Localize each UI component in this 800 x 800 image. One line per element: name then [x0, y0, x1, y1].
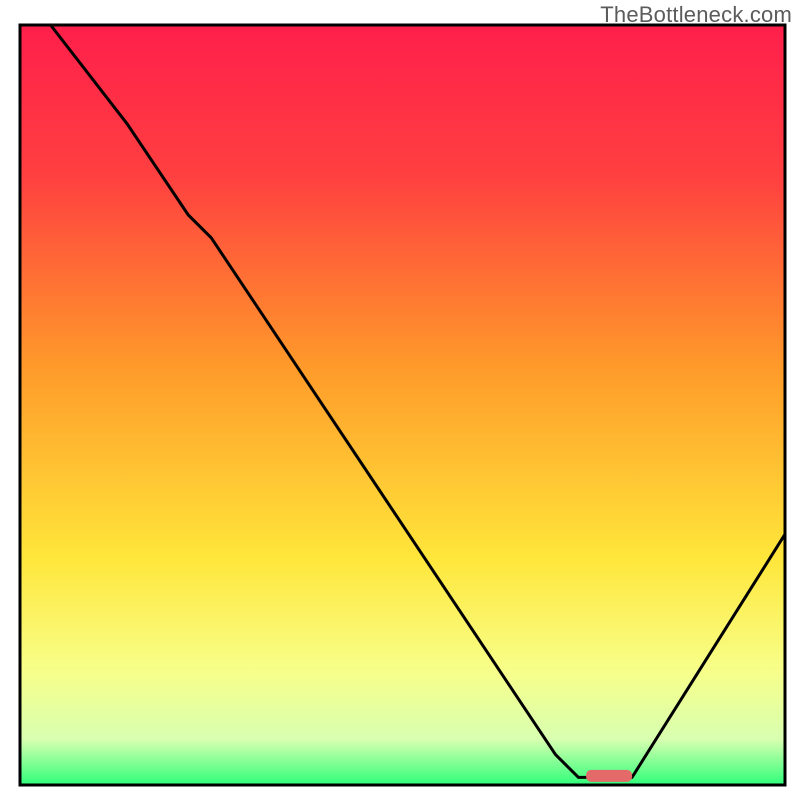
chart-container: TheBottleneck.com: [0, 0, 800, 800]
optimal-marker: [586, 770, 632, 782]
watermark-text: TheBottleneck.com: [600, 2, 792, 28]
bottleneck-chart: [0, 0, 800, 800]
plot-background: [20, 25, 785, 785]
